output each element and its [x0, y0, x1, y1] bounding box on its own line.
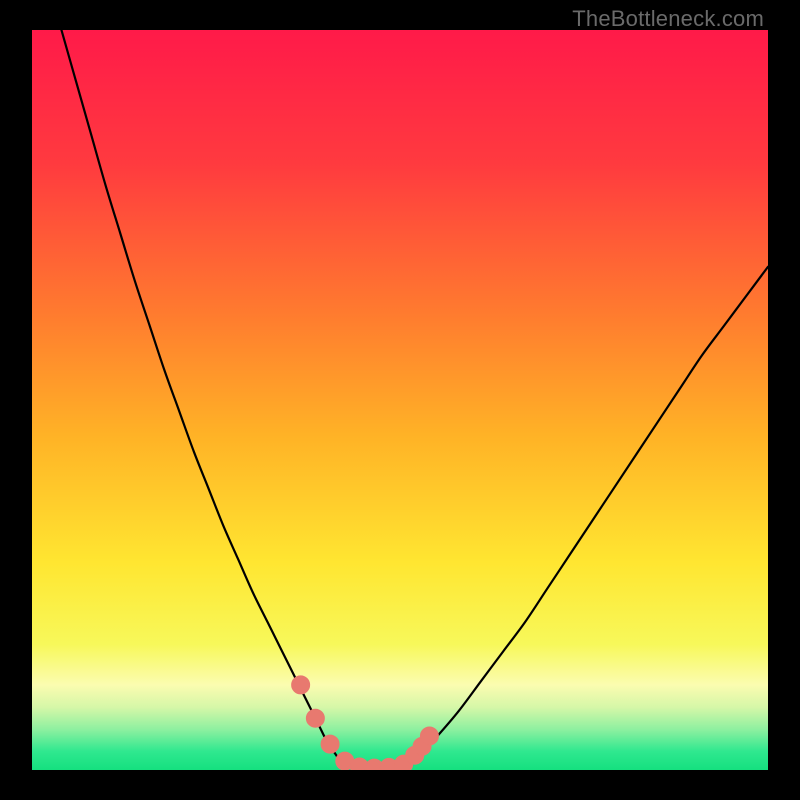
- valley-markers: [292, 676, 439, 770]
- valley-marker: [306, 709, 324, 727]
- chart-svg: [32, 30, 768, 770]
- curve-right: [422, 267, 768, 752]
- curve-left: [61, 30, 341, 763]
- valley-marker: [321, 735, 339, 753]
- valley-marker: [292, 676, 310, 694]
- chart-frame: [32, 30, 768, 770]
- watermark: TheBottleneck.com: [572, 6, 764, 32]
- valley-marker: [420, 727, 438, 745]
